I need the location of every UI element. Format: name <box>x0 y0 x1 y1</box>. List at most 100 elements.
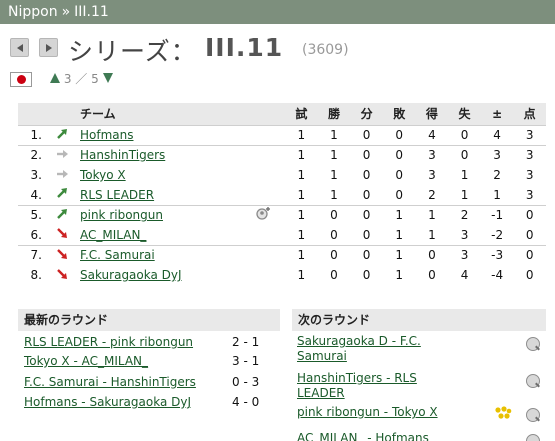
team-link[interactable]: HanshinTigers <box>80 148 165 162</box>
team-link[interactable]: RLS LEADER <box>80 188 154 202</box>
played: 1 <box>297 268 306 282</box>
arrow-up-icon[interactable] <box>50 73 60 83</box>
match-details-icon[interactable] <box>526 374 540 388</box>
series-id: (3609) <box>302 42 349 58</box>
next-match-row: Sakuragaoka D - F.C. Samurai <box>297 334 546 364</box>
trend-up-icon <box>57 188 67 199</box>
latest-match-row: F.C. Samurai - HanshinTigers 0 - 3 <box>24 373 280 391</box>
won: 0 <box>330 268 338 282</box>
team-link[interactable]: Sakuragaoka DyJ <box>80 268 182 282</box>
won: 1 <box>317 144 351 165</box>
next-match-row: AC_MILAN_ - Hofmans <box>297 431 546 441</box>
goals-for: 4 <box>415 124 449 145</box>
latest-match-link[interactable]: Hofmans - Sakuragaoka DyJ <box>24 395 191 409</box>
drawn: 0 <box>350 124 383 145</box>
won: 0 <box>317 204 351 225</box>
lost: 0 <box>395 187 404 202</box>
latest-match-link[interactable]: F.C. Samurai - HanshinTigers <box>24 375 196 389</box>
lost: 1 <box>395 227 404 242</box>
col-goals-against: 失 <box>448 103 481 125</box>
next-match-link[interactable]: Sakuragaoka D - F.C. Samurai <box>297 334 457 364</box>
series-pager: 3 ／ 5 <box>50 70 113 87</box>
match-details-icon[interactable] <box>526 408 540 422</box>
pager-current: 3 <box>63 72 72 86</box>
latest-match-row: Hofmans - Sakuragaoka DyJ 4 - 0 <box>24 393 280 411</box>
lost: 1 <box>382 244 416 265</box>
drawn: 0 <box>362 268 371 282</box>
lost: 1 <box>395 268 404 282</box>
won: 1 <box>330 168 338 182</box>
standings-header-row: チーム 試 勝 分 敗 得 失 ± 点 <box>18 103 546 125</box>
breadcrumb: Nippon» III.11 <box>0 0 555 24</box>
played: 1 <box>285 124 318 145</box>
match-score: 3 - 1 <box>232 354 260 368</box>
standings-table: チーム 試 勝 分 敗 得 失 ± 点 1. Hofmans 1 1 0 0 4 0 4 3 2. H… <box>18 103 546 285</box>
points: 3 <box>513 144 546 165</box>
goal-diff: 4 <box>480 124 514 145</box>
page-title: III.11 <box>205 33 284 62</box>
played: 1 <box>297 187 306 202</box>
latest-match-row: Tokyo X - AC_MILAN_ 3 - 1 <box>24 352 280 370</box>
points: 0 <box>513 244 546 265</box>
team-link[interactable]: Hofmans <box>80 128 134 142</box>
pager-total: 5 <box>91 72 99 86</box>
team-link[interactable]: AC_MILAN_ <box>80 228 146 242</box>
standings-row: 3. Tokyo X 1 1 0 0 3 1 2 3 <box>18 165 546 185</box>
team-link[interactable]: F.C. Samurai <box>80 248 155 262</box>
won: 1 <box>317 124 351 145</box>
japan-flag-icon[interactable] <box>10 72 32 87</box>
goal-diff: -3 <box>480 244 514 265</box>
col-team: チーム <box>76 103 241 125</box>
drawn: 0 <box>362 168 371 182</box>
next-match-link[interactable]: AC_MILAN_ - Hofmans <box>297 431 457 441</box>
match-score: 2 - 1 <box>232 335 260 349</box>
match-score: 0 - 3 <box>232 375 260 389</box>
match-score: 4 - 0 <box>232 395 260 409</box>
team-link[interactable]: pink ribongun <box>80 208 163 222</box>
latest-match-link[interactable]: Tokyo X - AC_MILAN_ <box>24 354 148 368</box>
match-details-icon[interactable] <box>526 434 540 441</box>
latest-match-row: RLS LEADER - pink ribongun 2 - 1 <box>24 333 280 351</box>
page-title-prefix: シリーズ： <box>68 37 197 66</box>
position: 4. <box>30 187 42 202</box>
standings-row: 1. Hofmans 1 1 0 0 4 0 4 3 <box>18 124 546 145</box>
won: 0 <box>317 244 351 265</box>
trend-down-icon <box>57 228 67 239</box>
goals-for: 0 <box>428 268 436 282</box>
lost: 0 <box>395 168 404 182</box>
col-won: 勝 <box>317 103 351 125</box>
played: 1 <box>285 244 318 265</box>
match-details-icon[interactable] <box>526 337 540 351</box>
points: 0 <box>525 227 534 242</box>
drawn: 0 <box>362 227 371 242</box>
col-drawn: 分 <box>350 103 383 125</box>
played: 1 <box>285 204 318 225</box>
next-series-button[interactable] <box>39 38 58 57</box>
goal-diff: -1 <box>480 204 514 225</box>
next-match-link[interactable]: pink ribongun - Tokyo X <box>297 405 457 420</box>
trend-down-icon <box>57 268 67 279</box>
team-link[interactable]: Tokyo X <box>80 168 126 182</box>
previous-series-button[interactable] <box>10 38 29 57</box>
manager-icon <box>256 206 270 220</box>
standings-row: 5. pink ribongun 1 0 0 1 1 2 -1 0 <box>18 204 546 225</box>
goals-for: 2 <box>428 187 436 202</box>
triangle-left-icon <box>17 44 23 52</box>
drawn: 0 <box>362 187 371 202</box>
next-match-row: pink ribongun - Tokyo X <box>297 405 546 422</box>
goals-for: 1 <box>428 227 436 242</box>
standings-row: 8. Sakuragaoka DyJ 1 0 0 1 0 4 -4 0 <box>18 265 546 285</box>
standings-row: 6. AC_MILAN_ 1 0 0 1 1 3 -2 0 <box>18 225 546 245</box>
goal-diff: 1 <box>493 187 501 202</box>
position: 6. <box>30 227 42 242</box>
position: 1. <box>18 124 48 145</box>
goal-diff: 3 <box>480 144 514 165</box>
goal-diff: -2 <box>491 227 504 242</box>
latest-match-link[interactable]: RLS LEADER - pink ribongun <box>24 335 193 349</box>
breadcrumb-root[interactable]: Nippon <box>8 4 58 20</box>
trend-same-icon <box>57 169 68 178</box>
played: 1 <box>285 144 318 165</box>
goals-for: 0 <box>415 244 449 265</box>
arrow-down-icon[interactable] <box>102 73 113 83</box>
next-match-link[interactable]: HanshinTigers - RLS LEADER <box>297 371 457 401</box>
